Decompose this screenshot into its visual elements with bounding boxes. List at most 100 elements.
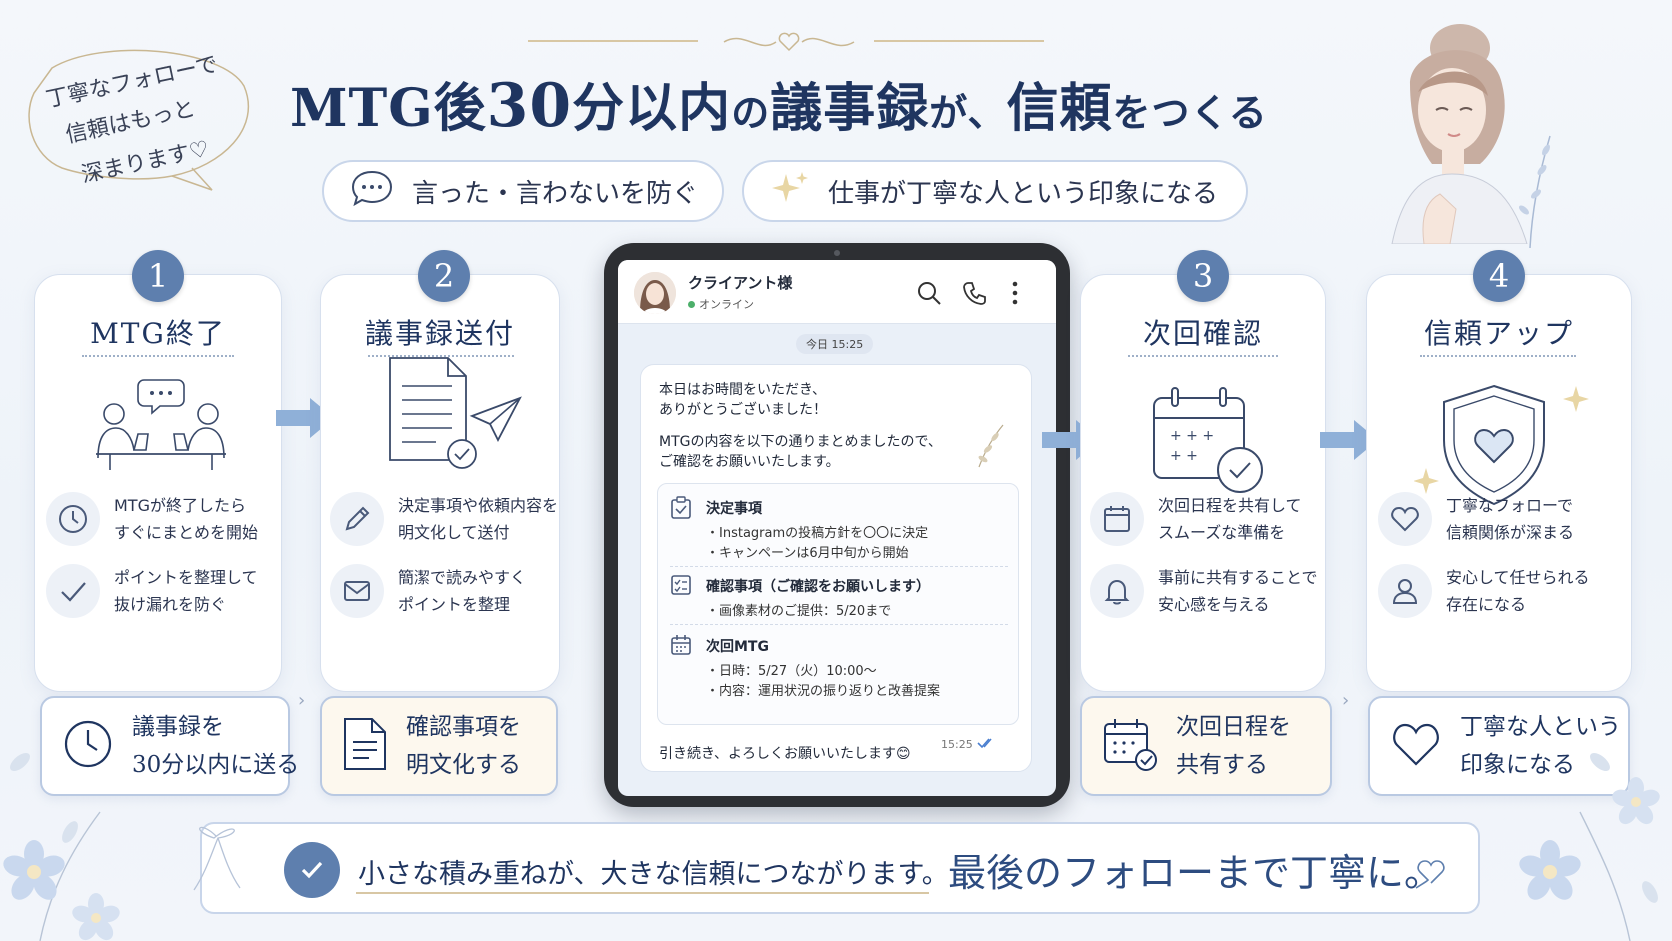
more-options-icon[interactable] xyxy=(1010,280,1020,310)
chevron-right-icon: › xyxy=(1342,690,1350,711)
calendar-check-icon xyxy=(1102,716,1158,776)
sparkle-icon xyxy=(770,168,810,215)
page-title: MTG後30分以内の議事録が、信頼をつくる xyxy=(290,66,1440,141)
message-closing: 引き続き、よろしくお願いいたします😊 xyxy=(659,746,911,762)
title-part-minutes-doc: 議事録 xyxy=(770,78,930,139)
message-intro-1: MTGの内容を以下の通りまとめましたので、 xyxy=(659,434,942,450)
chat-message: 本日はお時間をいただき、 ありがとうございました！ MTGの内容を以下の通りまと… xyxy=(640,364,1032,772)
handwritten-note: 丁寧なフォローで 信頼はもっと 深まります♡ xyxy=(22,38,262,198)
ornament-line-right xyxy=(874,40,1044,42)
title-part-30: 30 xyxy=(486,71,573,141)
action-text: 30分以内に送る xyxy=(132,752,300,778)
calendar-illustration: + + + + + xyxy=(1150,386,1270,500)
feature-2-2: 簡潔で読みやすく ポイントを整理 xyxy=(330,564,526,618)
banner-message: 小さな積み重ねが、大きな信頼につながります。 xyxy=(358,859,949,890)
action-text: 確認事項を xyxy=(406,714,521,740)
step-title-4: 信頼アップ xyxy=(1423,317,1574,350)
message-greeting-2: ありがとうございました！ xyxy=(659,402,827,418)
date-chip: 今日 15:25 xyxy=(796,334,874,354)
ribbon-icon xyxy=(180,812,250,896)
feature-text: 丁寧なフォローで xyxy=(1446,496,1574,515)
avatar[interactable] xyxy=(634,272,676,314)
flower-decoration-left xyxy=(0,722,150,941)
feature-text: 事前に共有することで xyxy=(1158,568,1318,587)
message-time: 15:25 xyxy=(941,738,973,751)
document-icon xyxy=(342,716,388,776)
flower-decoration-right xyxy=(1510,722,1672,941)
action-text: 明文化する xyxy=(406,752,521,778)
message-intro-2: ご確認をお願いいたします。 xyxy=(659,454,840,470)
banner-underline xyxy=(356,892,929,894)
section-item: ・Instagramの投稿方針を〇〇に決定 xyxy=(706,526,929,541)
check-circle-icon xyxy=(284,842,340,898)
bell-icon xyxy=(1090,564,1144,618)
speech-bubble-icon xyxy=(350,169,394,214)
title-part-trust: 信頼 xyxy=(1006,78,1113,139)
message-meta: 15:25 xyxy=(941,737,995,752)
meeting-illustration xyxy=(86,372,236,476)
section-item: ・キャンペーンは6月中旬から開始 xyxy=(706,546,909,561)
section-heading-confirm: 確認事項（ご確認をお願いします） xyxy=(706,579,930,595)
feature-text: MTGが終了したら xyxy=(114,496,246,515)
heart-doodle-icon xyxy=(1412,858,1462,896)
feature-1-2: ポイントを整理して 抜け漏れを防ぐ xyxy=(46,564,258,618)
feature-text: 安心感を与える xyxy=(1158,595,1270,614)
feature-text: 安心して任せられる xyxy=(1446,568,1590,587)
feature-text: 明文化して送付 xyxy=(398,523,510,542)
heart-icon xyxy=(1390,720,1442,772)
leaf-sprig-icon xyxy=(973,421,1007,473)
status-text: オンライン xyxy=(699,298,754,311)
feature-4-2: 安心して任せられる 存在になる xyxy=(1378,564,1590,618)
action-box-3: 次回日程を 共有する xyxy=(1080,696,1332,796)
feature-text: 抜け漏れを防ぐ xyxy=(114,595,227,614)
svg-text:+ + +: + + + xyxy=(1170,428,1214,444)
heart-icon xyxy=(1378,492,1432,546)
search-icon[interactable] xyxy=(916,280,942,310)
title-part-mtg: MTG後 xyxy=(290,78,487,139)
section-item: ・内容：運用状況の振り返りと改善提案 xyxy=(706,684,941,699)
feature-text: 決定事項や依頼内容を xyxy=(398,496,559,515)
minutes-summary: 決定事項 ・Instagramの投稿方針を〇〇に決定 ・キャンペーンは6月中旬か… xyxy=(657,483,1019,725)
leaf-sprig-icon xyxy=(1500,130,1560,254)
step-number-2: 2 xyxy=(418,250,470,302)
pill-polite-impression: 仕事が丁寧な人という印象になる xyxy=(742,160,1248,222)
step-title-2: 議事録送付 xyxy=(364,317,515,350)
document-send-illustration xyxy=(386,356,526,478)
calendar-icon xyxy=(1090,492,1144,546)
pill-prevent-disputes: 言った・言わないを防ぐ xyxy=(322,160,724,222)
title-part-no: の xyxy=(731,90,771,135)
clock-icon xyxy=(46,492,100,546)
action-text: 議事録を xyxy=(132,714,224,740)
user-icon xyxy=(1378,564,1432,618)
chevron-right-icon: › xyxy=(298,690,306,711)
feature-4-1: 丁寧なフォローで 信頼関係が深まる xyxy=(1378,492,1574,546)
checklist-icon xyxy=(670,574,692,600)
ornament-heart-icon xyxy=(714,26,864,60)
feature-text: 信頼関係が深まる xyxy=(1446,523,1575,542)
feature-text: 簡潔で読みやすく xyxy=(398,568,527,587)
pencil-icon xyxy=(330,492,384,546)
step-divider-3 xyxy=(1128,355,1278,357)
section-item: ・日時：5/27（火）10:00〜 xyxy=(706,664,877,679)
title-part-minutes: 分以内 xyxy=(572,78,732,139)
section-heading-decisions: 決定事項 xyxy=(706,501,762,517)
calendar-icon xyxy=(670,634,692,660)
pill-label: 仕事が丁寧な人という印象になる xyxy=(828,178,1219,209)
chat-screen: クライアント様 オンライン 今日 15:25 本日はお時間をいただき、 ありがと… xyxy=(618,260,1056,796)
tablet-camera xyxy=(834,250,840,256)
check-icon xyxy=(46,564,100,618)
feature-text: 存在になる xyxy=(1446,595,1527,614)
mail-icon xyxy=(330,564,384,618)
feature-2-1: 決定事項や依頼内容を 明文化して送付 xyxy=(330,492,558,546)
online-dot-icon xyxy=(688,300,695,308)
action-box-2: 確認事項を明文化する xyxy=(320,696,558,796)
feature-text: スムーズな準備を xyxy=(1158,523,1286,542)
contact-status: オンライン xyxy=(688,296,754,312)
phone-icon[interactable] xyxy=(962,280,988,310)
step-number-1: 1 xyxy=(132,250,184,302)
step-title-3: 次回確認 xyxy=(1142,317,1263,350)
contact-name: クライアント様 xyxy=(688,274,793,292)
step-number-3: 3 xyxy=(1177,250,1229,302)
feature-text: ポイントを整理 xyxy=(398,595,511,614)
feature-1-1: MTGが終了したら すぐにまとめを開始 xyxy=(46,492,258,546)
